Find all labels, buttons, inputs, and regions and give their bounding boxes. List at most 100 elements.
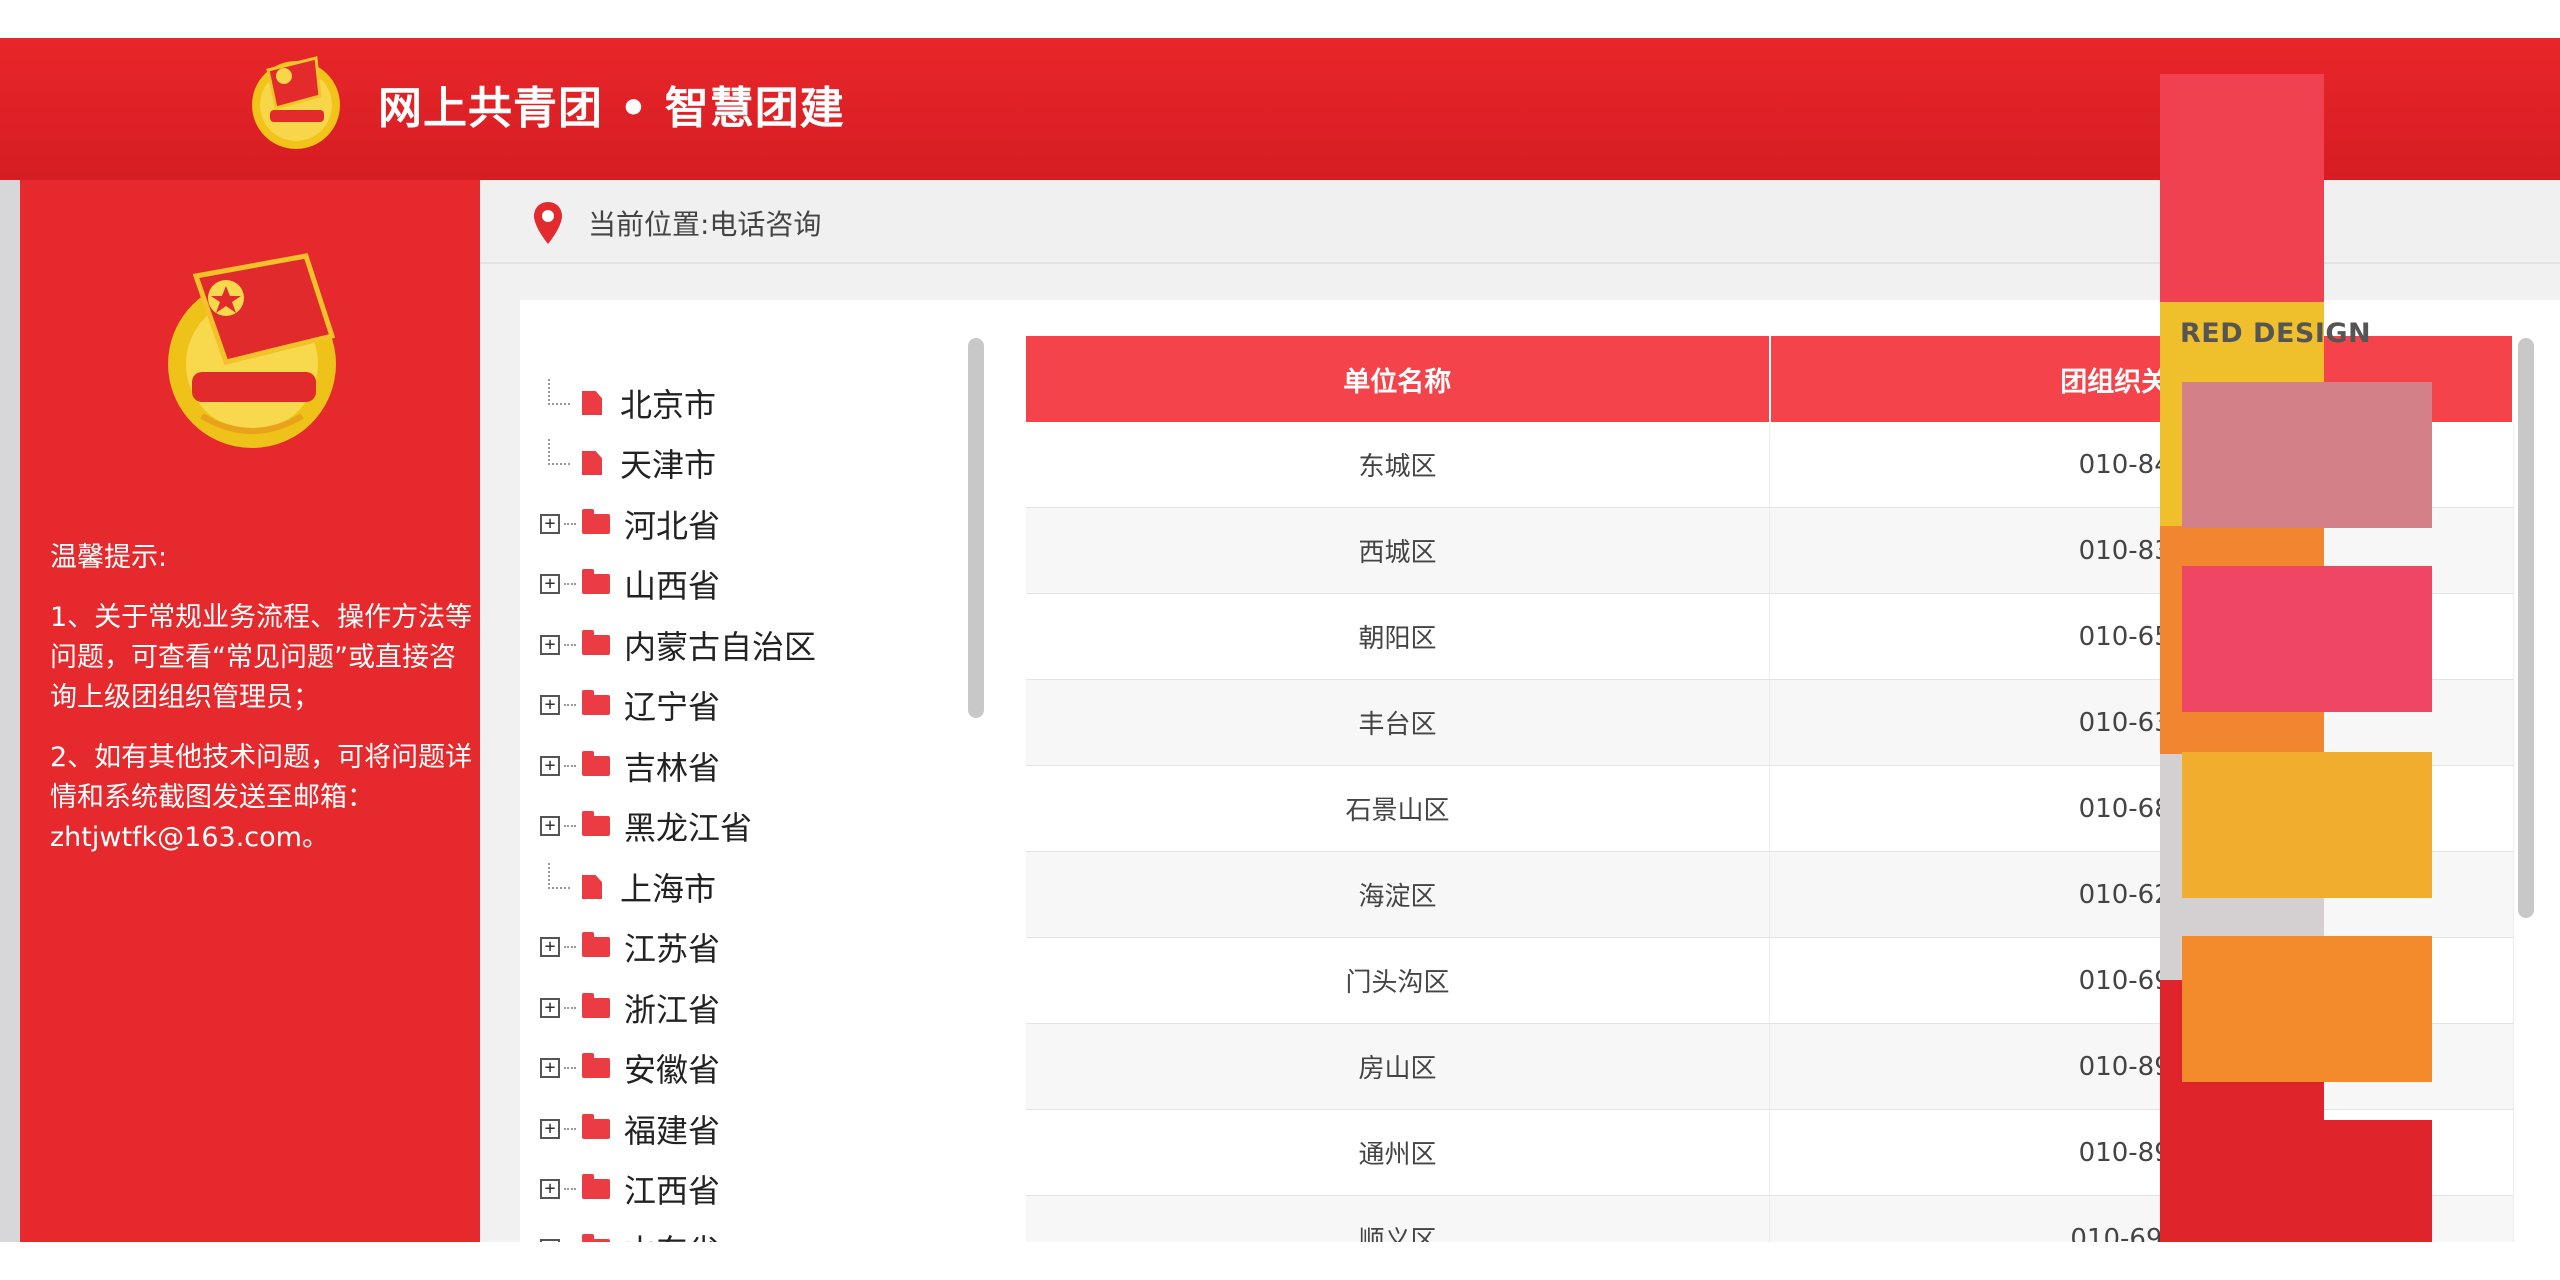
tree-connector	[564, 644, 576, 646]
youth-league-emblem-icon	[168, 253, 336, 448]
region-tree: 北京市 天津市 + 河北省 + 山西省 + 内蒙古自治区 + 辽宁省 + 吉林省…	[520, 340, 970, 1242]
folder-icon	[582, 690, 610, 715]
expand-icon[interactable]: +	[540, 1058, 560, 1078]
tree-item-label: 安徽省	[624, 1051, 721, 1089]
tree-connector	[548, 439, 570, 465]
left-edge	[0, 180, 20, 1242]
overlay-block	[2182, 566, 2432, 712]
unit-cell: 石景山区	[1026, 765, 1770, 852]
tree-item-label: 山西省	[624, 567, 721, 605]
tips-title: 温馨提示:	[50, 542, 168, 573]
expand-icon[interactable]: +	[540, 998, 560, 1018]
tree-item-label: 上海市	[620, 870, 717, 908]
expand-icon[interactable]: +	[540, 514, 560, 534]
tree-item[interactable]: + 河北省	[540, 495, 960, 553]
folder-icon	[582, 932, 610, 957]
column-header-unit: 单位名称	[1026, 336, 1771, 422]
tree-item[interactable]: + 辽宁省	[540, 676, 960, 734]
tree-item[interactable]: 北京市	[540, 374, 960, 432]
table-scrollbar[interactable]	[2518, 338, 2534, 918]
folder-icon	[582, 1053, 610, 1078]
expand-icon[interactable]: +	[540, 1179, 560, 1199]
tree-item-label: 山东省	[624, 1226, 720, 1242]
tree-connector	[564, 523, 576, 525]
tree-item-label: 河北省	[624, 507, 721, 545]
tree-item[interactable]: + 黑龙江省	[540, 797, 960, 855]
tips-box: 温馨提示: 1、关于常规业务流程、操作方法等问题，可查看“常见问题”或直接咨询上…	[50, 538, 480, 878]
tree-item-label: 辽宁省	[624, 688, 721, 726]
folder-icon	[582, 993, 610, 1018]
unit-cell: 门头沟区	[1026, 937, 1770, 1024]
location-pin-icon	[534, 202, 562, 244]
unit-cell: 西城区	[1026, 507, 1770, 594]
overlay-block	[2182, 752, 2432, 898]
expand-icon[interactable]: +	[540, 816, 560, 836]
tree-connector	[564, 946, 576, 948]
tree-connector	[564, 825, 576, 827]
unit-cell: 房山区	[1026, 1023, 1770, 1110]
overlay-block	[2160, 74, 2324, 302]
tree-connector	[564, 583, 576, 585]
expand-icon[interactable]: +	[540, 756, 560, 776]
tree-item-label: 内蒙古自治区	[624, 628, 817, 666]
tree-connector	[548, 863, 570, 889]
file-icon	[582, 451, 602, 475]
tree-connector	[564, 1007, 576, 1009]
tree-item-label: 北京市	[620, 386, 717, 424]
tree-item[interactable]: 天津市	[540, 434, 960, 492]
tree-item-label: 黑龙江省	[624, 809, 753, 847]
unit-cell: 丰台区	[1026, 679, 1770, 766]
sidebar: 温馨提示: 1、关于常规业务流程、操作方法等问题，可查看“常见问题”或直接咨询上…	[20, 180, 480, 1242]
tree-scrollbar[interactable]	[968, 338, 984, 718]
youth-league-emblem-icon	[252, 56, 340, 149]
tree-item-label: 江西省	[624, 1172, 721, 1210]
folder-icon	[582, 630, 610, 655]
tree-item-label: 福建省	[624, 1112, 721, 1150]
unit-cell: 东城区	[1026, 422, 1770, 508]
tree-item[interactable]: 上海市	[540, 858, 960, 916]
tree-item-label: 天津市	[620, 446, 717, 484]
overlay-block	[2182, 936, 2432, 1082]
tree-item[interactable]: + 山东省	[540, 1220, 960, 1242]
tree-connector	[564, 1188, 576, 1190]
tree-item[interactable]: + 安徽省	[540, 1039, 960, 1097]
unit-cell: 朝阳区	[1026, 593, 1770, 680]
breadcrumb-text: 当前位置:电话咨询	[588, 208, 822, 241]
tree-item-label: 浙江省	[624, 991, 721, 1029]
tree-item[interactable]: + 吉林省	[540, 737, 960, 795]
tree-item[interactable]: + 江苏省	[540, 918, 960, 976]
red-design-overlay	[2160, 74, 2432, 1274]
tree-connector	[564, 765, 576, 767]
bottom-margin	[0, 1242, 2560, 1280]
unit-cell: 海淀区	[1026, 851, 1770, 938]
red-design-label: RED DESIGN	[2180, 318, 2372, 349]
folder-icon	[582, 569, 610, 594]
tree-item[interactable]: + 江西省	[540, 1160, 960, 1218]
tree-item-label: 江苏省	[624, 930, 721, 968]
file-icon	[582, 875, 602, 899]
folder-icon	[582, 1174, 610, 1199]
tree-connector	[548, 379, 570, 405]
expand-icon[interactable]: +	[540, 1119, 560, 1139]
expand-icon[interactable]: +	[540, 574, 560, 594]
tree-connector	[564, 1067, 576, 1069]
expand-icon[interactable]: +	[540, 695, 560, 715]
expand-icon[interactable]: +	[540, 937, 560, 957]
site-title: 网上共青团 • 智慧团建	[378, 83, 845, 134]
overlay-block	[2182, 382, 2432, 528]
unit-cell: 顺义区	[1026, 1195, 1770, 1242]
tree-item[interactable]: + 浙江省	[540, 979, 960, 1037]
tree-item[interactable]: + 山西省	[540, 555, 960, 613]
unit-cell: 通州区	[1026, 1109, 1770, 1196]
file-icon	[582, 391, 602, 415]
tree-item-label: 吉林省	[624, 749, 721, 787]
tree-item[interactable]: + 内蒙古自治区	[540, 616, 960, 674]
tip-item: 1、关于常规业务流程、操作方法等问题，可查看“常见问题”或直接咨询上级团组织管理…	[50, 602, 473, 713]
tree-connector	[564, 704, 576, 706]
tree-item[interactable]: + 福建省	[540, 1100, 960, 1158]
expand-icon[interactable]: +	[540, 635, 560, 655]
folder-icon	[582, 509, 610, 534]
folder-icon	[582, 1114, 610, 1139]
folder-icon	[582, 751, 610, 776]
folder-icon	[582, 811, 610, 836]
